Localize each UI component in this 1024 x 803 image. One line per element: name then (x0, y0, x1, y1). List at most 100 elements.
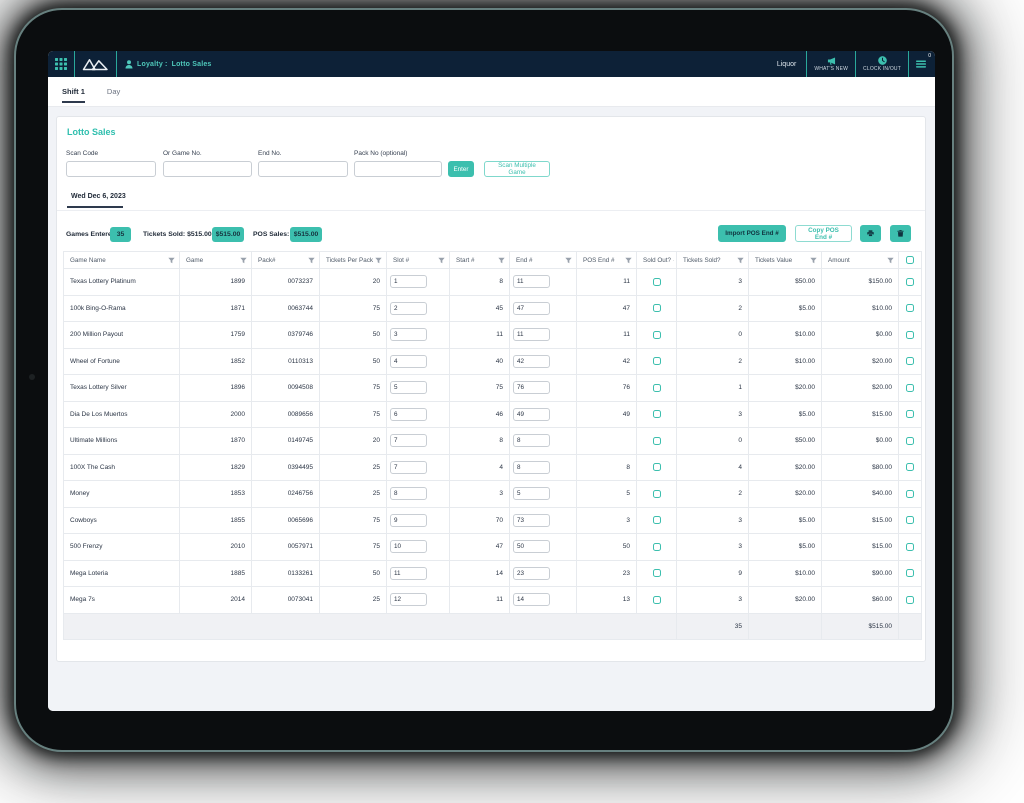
col-game[interactable]: Game (180, 252, 252, 269)
row-checkbox[interactable] (906, 569, 914, 577)
row-checkbox[interactable] (906, 543, 914, 551)
tab-shift-1-label: Shift 1 (62, 87, 85, 96)
col-slot[interactable]: Slot # (387, 252, 450, 269)
import-pos-end-button[interactable]: Import POS End # (718, 225, 786, 242)
slot-input[interactable] (390, 567, 427, 580)
sold-out-checkbox[interactable] (653, 569, 661, 577)
slot-input[interactable] (390, 408, 427, 421)
tab-day[interactable]: Day (107, 87, 120, 103)
end-no-input[interactable] (258, 161, 348, 177)
slot-input[interactable] (390, 275, 427, 288)
game-name-cell: 500 Frenzy (64, 534, 180, 561)
amount-cell: $0.00 (822, 428, 899, 455)
sold-out-checkbox[interactable] (653, 437, 661, 445)
date-tab[interactable]: Wed Dec 6, 2023 (71, 193, 126, 200)
end-input[interactable] (513, 434, 550, 447)
tickets-sold-cell: 2 (677, 481, 749, 508)
sold-out-checkbox[interactable] (653, 331, 661, 339)
tickets-value-cell: $20.00 (749, 454, 822, 481)
row-checkbox[interactable] (906, 384, 914, 392)
menu-button[interactable]: 0 (909, 51, 935, 77)
end-input[interactable] (513, 328, 550, 341)
sold-out-checkbox[interactable] (653, 516, 661, 524)
funnel-icon (737, 257, 744, 264)
col-tickets-per-pack[interactable]: Tickets Per Pack (320, 252, 387, 269)
slot-input[interactable] (390, 593, 427, 606)
copy-pos-end-button[interactable]: Copy POS End # (795, 225, 852, 242)
row-checkbox[interactable] (906, 357, 914, 365)
slot-input[interactable] (390, 514, 427, 527)
sold-out-checkbox[interactable] (653, 278, 661, 286)
sold-out-checkbox[interactable] (653, 410, 661, 418)
sold-out-checkbox[interactable] (653, 463, 661, 471)
sold-out-checkbox[interactable] (653, 490, 661, 498)
slot-input[interactable] (390, 355, 427, 368)
row-checkbox[interactable] (906, 278, 914, 286)
slot-input[interactable] (390, 381, 427, 394)
row-checkbox[interactable] (906, 516, 914, 524)
sold-out-checkbox[interactable] (653, 543, 661, 551)
content-area: Lotto Sales Scan Code Or Game No. End No… (48, 107, 935, 711)
sold-out-checkbox[interactable] (653, 304, 661, 312)
sold-out-cell (637, 507, 677, 534)
col-tickets-sold[interactable]: Tickets Sold? (677, 252, 749, 269)
end-input[interactable] (513, 567, 550, 580)
end-input[interactable] (513, 355, 550, 368)
col-pack[interactable]: Pack# (252, 252, 320, 269)
col-select-all[interactable] (899, 252, 922, 269)
col-amount[interactable]: Amount (822, 252, 899, 269)
end-input[interactable] (513, 408, 550, 421)
pos-end-cell: 11 (577, 269, 637, 296)
scan-multiple-game-button[interactable]: Scan Multiple Game (484, 161, 550, 177)
col-pos-end[interactable]: POS End # (577, 252, 637, 269)
table-row: Cowboys 1855 0065696 75 70 3 3 $5.00 $15… (64, 507, 922, 534)
end-input[interactable] (513, 275, 550, 288)
tab-shift-1[interactable]: Shift 1 (62, 87, 85, 103)
row-checkbox[interactable] (906, 463, 914, 471)
store-selector[interactable]: Liquor (767, 51, 806, 77)
brand-logo[interactable] (75, 51, 116, 77)
game-no-input[interactable] (163, 161, 252, 177)
col-start[interactable]: Start # (450, 252, 510, 269)
slot-cell (387, 348, 450, 375)
end-input[interactable] (513, 381, 550, 394)
row-checkbox[interactable] (906, 331, 914, 339)
select-all-checkbox[interactable] (906, 256, 914, 264)
slot-input[interactable] (390, 434, 427, 447)
col-end[interactable]: End # (510, 252, 577, 269)
sold-out-checkbox[interactable] (653, 357, 661, 365)
sold-out-checkbox[interactable] (653, 384, 661, 392)
row-checkbox[interactable] (906, 490, 914, 498)
delete-button[interactable] (890, 225, 911, 242)
slot-input[interactable] (390, 487, 427, 500)
end-input[interactable] (513, 461, 550, 474)
col-sold-out[interactable]: Sold Out? (637, 252, 677, 269)
whats-new-button[interactable]: WHAT'S NEW (807, 51, 855, 77)
row-checkbox[interactable] (906, 410, 914, 418)
col-tickets-value[interactable]: Tickets Value (749, 252, 822, 269)
scan-code-input[interactable] (66, 161, 156, 177)
sold-out-checkbox[interactable] (653, 596, 661, 604)
slot-input[interactable] (390, 328, 427, 341)
apps-grid-button[interactable] (48, 51, 74, 77)
end-input[interactable] (513, 302, 550, 315)
pack-no-input[interactable] (354, 161, 442, 177)
print-button[interactable] (860, 225, 881, 242)
col-game-name[interactable]: Game Name (64, 252, 180, 269)
row-checkbox[interactable] (906, 596, 914, 604)
game-name-cell: Texas Lottery Platinum (64, 269, 180, 296)
scan-code-label: Scan Code (66, 150, 98, 157)
end-input[interactable] (513, 593, 550, 606)
end-input[interactable] (513, 514, 550, 527)
enter-button[interactable]: Enter (448, 161, 474, 177)
row-checkbox[interactable] (906, 304, 914, 312)
slot-input[interactable] (390, 302, 427, 315)
row-checkbox[interactable] (906, 437, 914, 445)
funnel-icon (498, 257, 505, 264)
clock-in-out-button[interactable]: CLOCK IN/OUT (856, 51, 908, 77)
pos-sales-label: POS Sales: (253, 231, 289, 238)
slot-input[interactable] (390, 540, 427, 553)
end-input[interactable] (513, 540, 550, 553)
slot-input[interactable] (390, 461, 427, 474)
end-input[interactable] (513, 487, 550, 500)
